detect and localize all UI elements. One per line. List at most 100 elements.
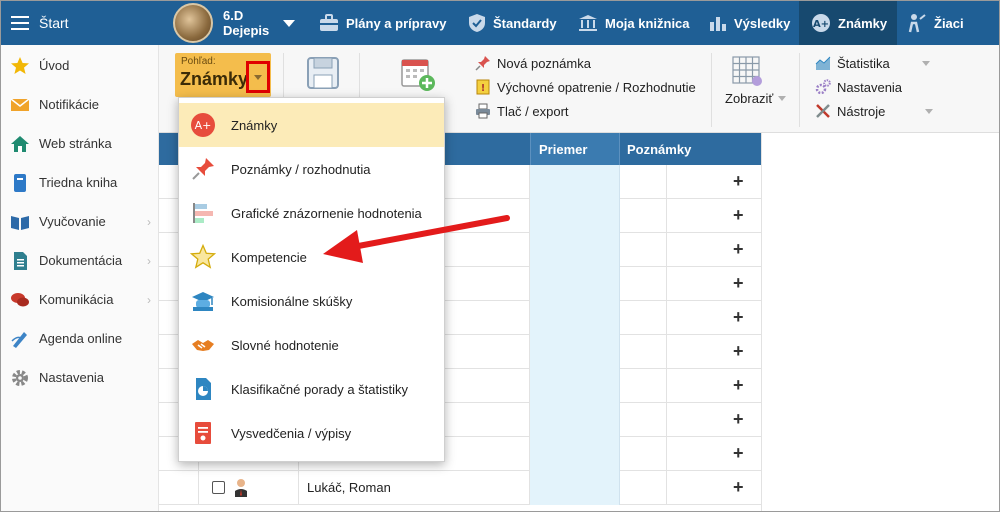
sidebar-item-nastavenia[interactable]: Nastavenia <box>1 358 159 397</box>
graduation-icon <box>189 287 217 315</box>
bars-icon <box>189 199 217 227</box>
menu-item-klasifikacne[interactable]: Klasifikačné porady a štatistiky <box>179 367 444 411</box>
caret-down-icon <box>283 19 296 27</box>
star-outline-icon <box>189 243 217 271</box>
table-row: Lukáč, Roman + <box>159 471 761 505</box>
column-header-poznamky[interactable]: Poznámky <box>627 133 747 165</box>
add-note-button[interactable]: + <box>733 375 744 396</box>
grade-badge-icon: A+ <box>189 111 217 139</box>
gear-icon <box>10 368 30 388</box>
nav-znamky[interactable]: A+ Známky <box>799 1 897 45</box>
measure-decision-button[interactable]: ! Výchovné opatrenie / Rozhodnutie <box>475 79 696 95</box>
pie-doc-icon <box>189 375 217 403</box>
zobrazit-button[interactable]: Zobraziť <box>725 91 787 106</box>
add-note-button[interactable]: + <box>733 307 744 328</box>
gears-icon <box>815 79 831 95</box>
class-name: 6.D <box>223 8 244 23</box>
sidebar-item-dokumentacia[interactable]: Dokumentácia › <box>1 241 159 280</box>
start-menu-button[interactable]: Štart <box>11 1 69 45</box>
menu-item-vysvedcenia[interactable]: Vysvedčenia / výpisy <box>179 411 444 455</box>
save-icon[interactable] <box>305 55 341 91</box>
add-note-button[interactable]: + <box>733 205 744 226</box>
view-label: Pohľad: <box>181 56 216 67</box>
ribbon-divider <box>799 53 800 127</box>
sidebar-item-triedna-kniha[interactable]: Triedna kniha <box>1 163 159 202</box>
svg-text:!: ! <box>481 83 486 94</box>
view-value: Známky <box>180 69 249 89</box>
menu-item-slovne[interactable]: Slovné hodnotenie <box>179 323 444 367</box>
view-dropdown-toggle[interactable] <box>246 61 270 93</box>
chevron-right-icon: › <box>147 292 151 307</box>
briefcase-icon <box>320 14 338 31</box>
nav-vysledky[interactable]: Výsledky <box>709 1 790 45</box>
class-avatar <box>173 3 213 43</box>
ribbon-divider <box>711 53 712 127</box>
menu-item-poznamky[interactable]: Poznámky / rozhodnutia <box>179 147 444 191</box>
menu-item-kompetencie[interactable]: Kompetencie <box>179 235 444 279</box>
statistika-button[interactable]: Štatistika <box>815 55 930 71</box>
menu-item-znamky[interactable]: A+ Známky <box>179 103 444 147</box>
pin-icon <box>475 56 490 71</box>
certificate-icon <box>189 419 217 447</box>
add-note-button[interactable]: + <box>733 239 744 260</box>
class-selector[interactable]: 6.D Dejepis <box>173 1 296 45</box>
start-label: Štart <box>39 15 69 31</box>
column-header-priemer[interactable]: Priemer <box>530 133 620 165</box>
add-note-button[interactable]: + <box>733 341 744 362</box>
warning-note-icon: ! <box>476 79 490 95</box>
menu-item-graficke[interactable]: Grafické znázornenie hodnotenia <box>179 191 444 235</box>
caret-down-icon <box>921 60 930 66</box>
top-navigation-bar: Štart 6.D Dejepis Plány a prípravy Štand… <box>1 1 999 45</box>
nastavenia-ribbon-button[interactable]: Nastavenia <box>815 79 902 95</box>
print-export-button[interactable]: Tlač / export <box>475 103 569 119</box>
pen-icon <box>10 329 30 349</box>
subject-name: Dejepis <box>223 23 270 38</box>
nav-standardy[interactable]: Štandardy <box>468 1 557 45</box>
svg-text:A+: A+ <box>195 119 212 132</box>
empty-area <box>761 133 999 511</box>
row-checkbox[interactable] <box>212 481 225 494</box>
tools-icon <box>816 104 830 118</box>
sidebar-item-uvod[interactable]: Úvod <box>1 46 159 85</box>
add-note-button[interactable]: + <box>733 443 744 464</box>
add-note-button[interactable]: + <box>733 171 744 192</box>
students-icon <box>908 14 926 33</box>
add-note-button[interactable]: + <box>733 273 744 294</box>
sidebar-item-komunikacia[interactable]: Komunikácia › <box>1 280 159 319</box>
app-window: Štart 6.D Dejepis Plány a prípravy Štand… <box>0 0 1000 512</box>
sidebar-item-agenda-online[interactable]: Agenda online <box>1 319 159 358</box>
printer-icon <box>476 103 490 119</box>
sidebar-item-vyucovanie[interactable]: Vyučovanie › <box>1 202 159 241</box>
nav-ziaci[interactable]: Žiaci <box>907 1 964 45</box>
add-note-button[interactable]: + <box>733 409 744 430</box>
bar-chart-icon <box>710 17 726 31</box>
sidebar-item-web-stranka[interactable]: Web stránka <box>1 124 159 163</box>
student-name[interactable]: Lukáč, Roman <box>307 480 391 495</box>
caret-down-icon <box>925 108 934 114</box>
shield-check-icon <box>469 14 485 32</box>
star-icon <box>10 56 30 76</box>
nastroje-button[interactable]: Nástroje <box>815 103 934 119</box>
calendar-add-icon[interactable] <box>399 55 437 93</box>
area-chart-icon <box>815 56 831 70</box>
pushpin-icon <box>189 155 217 183</box>
book-icon <box>10 173 30 193</box>
document-icon <box>10 251 30 271</box>
handshake-icon <box>189 331 217 359</box>
svg-text:A+: A+ <box>813 19 829 30</box>
grade-icon: A+ <box>812 14 830 32</box>
new-note-button[interactable]: Nová poznámka <box>475 55 591 71</box>
envelope-icon <box>10 95 30 115</box>
nav-moja-kniznica[interactable]: Moja knižnica <box>578 1 690 45</box>
nav-plany[interactable]: Plány a prípravy <box>319 1 446 45</box>
menu-item-komisionalne[interactable]: Komisionálne skúšky <box>179 279 444 323</box>
house-icon <box>10 134 30 154</box>
sidebar-item-notifikacie[interactable]: Notifikácie <box>1 85 159 124</box>
library-icon <box>579 15 597 31</box>
chevron-right-icon: › <box>147 253 151 268</box>
grid-view-icon[interactable] <box>731 55 763 87</box>
add-note-button[interactable]: + <box>733 477 744 498</box>
open-book-icon <box>10 212 30 232</box>
caret-down-icon <box>778 96 787 101</box>
caret-down-icon <box>254 74 262 80</box>
